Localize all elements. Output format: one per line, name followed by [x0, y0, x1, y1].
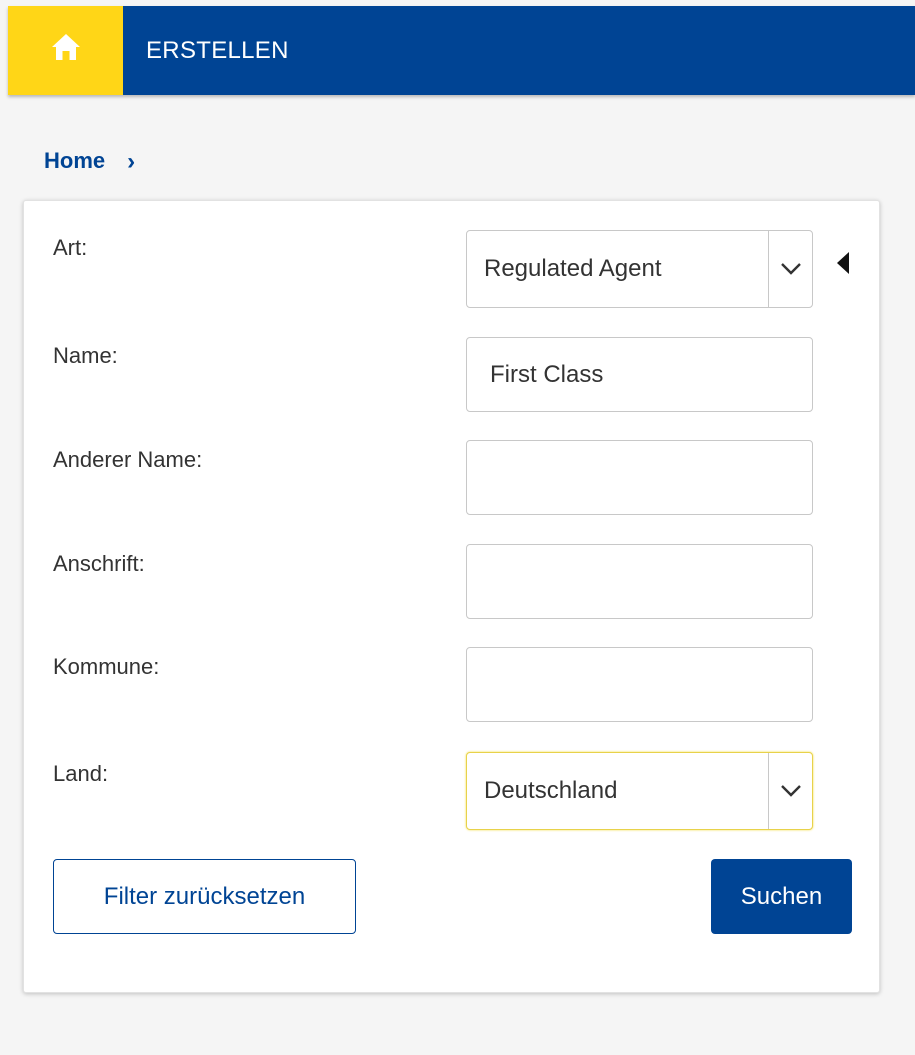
search-filter-panel: Art: Regulated Agent Name: Anderer Name:… — [23, 200, 880, 993]
breadcrumb-separator-icon: › — [127, 148, 136, 175]
kommune-input[interactable] — [467, 648, 812, 721]
collapse-panel-toggle[interactable] — [836, 251, 850, 280]
chevron-down-icon — [768, 231, 812, 307]
chevron-down-icon — [768, 753, 812, 829]
kommune-field[interactable] — [466, 647, 813, 722]
anschrift-label: Anschrift: — [53, 551, 145, 576]
land-select[interactable]: Deutschland — [466, 752, 813, 830]
kommune-label: Kommune: — [53, 654, 160, 679]
page-title: ERSTELLEN — [146, 36, 289, 64]
anderer-name-label: Anderer Name: — [53, 447, 203, 472]
home-button[interactable] — [8, 6, 123, 95]
anschrift-input[interactable] — [467, 545, 812, 618]
breadcrumb-home-link[interactable]: Home — [44, 148, 105, 174]
art-select-value: Regulated Agent — [484, 255, 662, 282]
caret-left-icon — [837, 252, 849, 274]
name-field[interactable] — [466, 337, 813, 412]
anderer-name-field[interactable] — [466, 440, 813, 515]
name-label: Name: — [53, 343, 118, 368]
search-button[interactable]: Suchen — [711, 859, 852, 934]
top-navigation-bar: ERSTELLEN — [8, 6, 915, 95]
land-select-value: Deutschland — [484, 777, 618, 804]
anderer-name-input[interactable] — [467, 441, 812, 514]
art-label: Art: — [53, 235, 88, 260]
breadcrumb: Home › — [44, 146, 135, 176]
name-input[interactable] — [467, 338, 812, 411]
home-icon — [51, 33, 80, 60]
anschrift-field[interactable] — [466, 544, 813, 619]
art-select[interactable]: Regulated Agent — [466, 230, 813, 308]
reset-filter-button[interactable]: Filter zurücksetzen — [53, 859, 356, 934]
land-label: Land: — [53, 761, 109, 786]
